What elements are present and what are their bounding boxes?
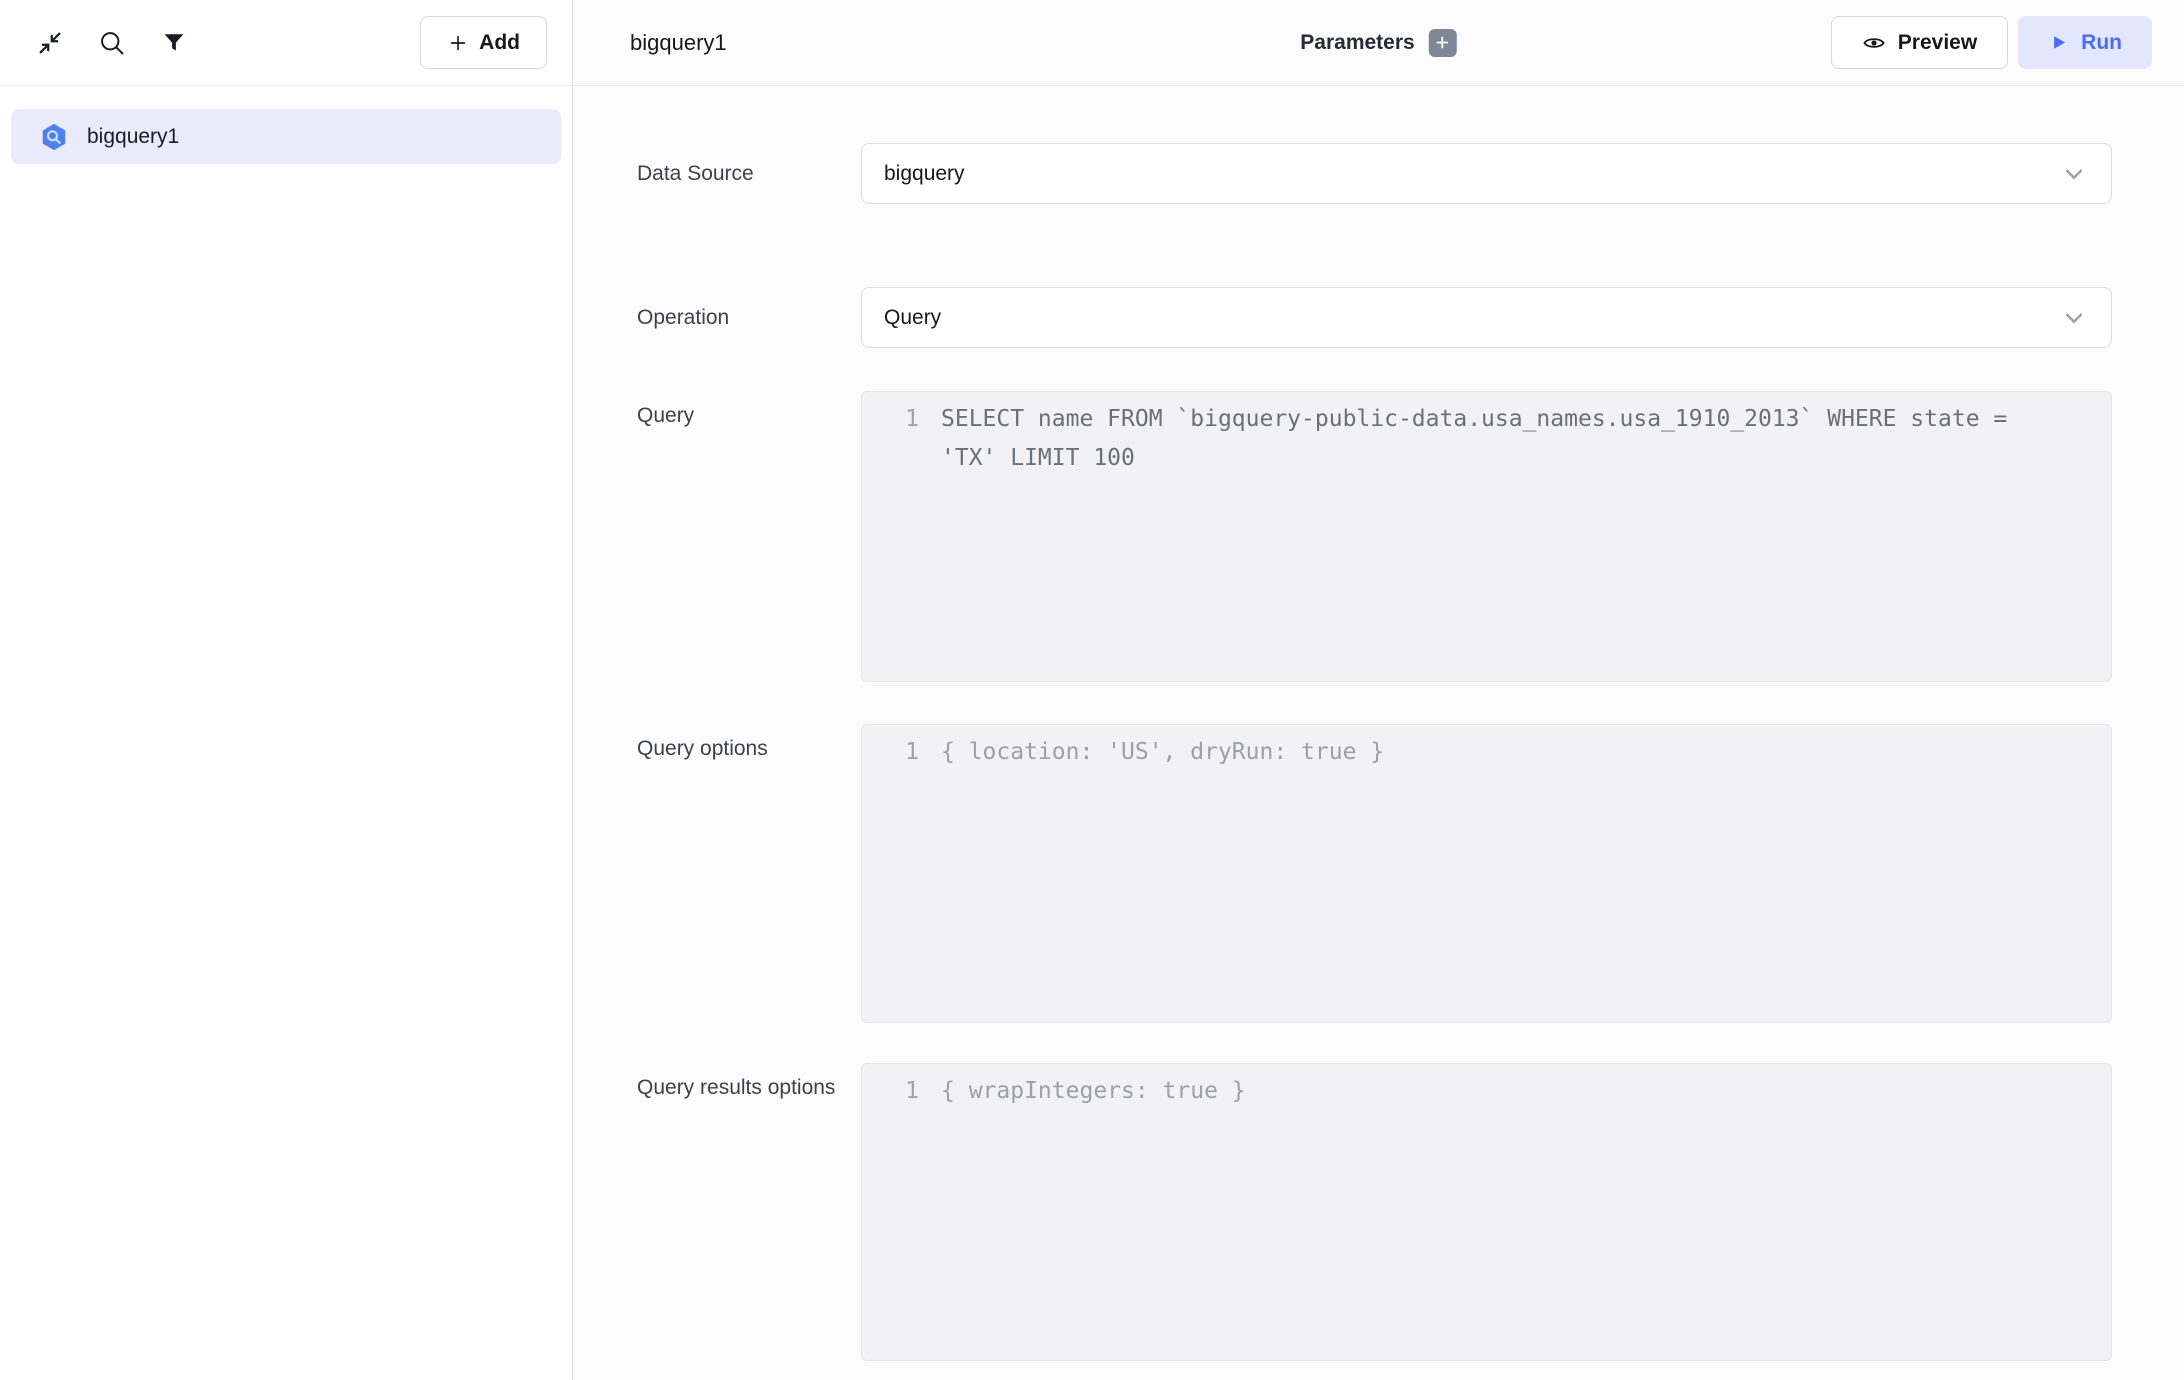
query-options-editor[interactable]: 1 { location: 'US', dryRun: true } [861, 724, 2112, 1023]
operation-row: Operation Query [637, 287, 2184, 348]
eye-icon [1862, 31, 1886, 55]
search-icon [98, 29, 126, 57]
collapse-icon [36, 29, 64, 57]
operation-value: Query [884, 306, 941, 330]
line-number: 1 [862, 1072, 941, 1111]
data-source-row: Data Source bigquery [637, 143, 2184, 204]
plus-icon [447, 32, 469, 54]
query-options-placeholder: { location: 'US', dryRun: true } [941, 733, 1384, 772]
query-results-options-editor[interactable]: 1 { wrapIntegers: true } [861, 1063, 2112, 1361]
app-root: Add bigquery1 bigquery1 Parameters [0, 0, 2184, 1380]
header-actions: Preview Run [1831, 16, 2184, 69]
filter-button[interactable] [159, 28, 189, 58]
parameters-label: Parameters [1300, 31, 1414, 55]
query-code-editor[interactable]: 1 SELECT name FROM `bigquery-public-data… [861, 391, 2112, 682]
data-source-label: Data Source [637, 159, 861, 189]
play-icon [2048, 32, 2069, 53]
data-source-select[interactable]: bigquery [861, 143, 2112, 204]
sidebar-toolbar: Add [0, 0, 572, 86]
operation-select[interactable]: Query [861, 287, 2112, 348]
add-query-label: Add [479, 31, 520, 55]
line-number: 1 [862, 400, 941, 439]
query-results-options-row: Query results options 1 { wrapIntegers: … [637, 1063, 2184, 1361]
query-row: Query 1 SELECT name FROM `bigquery-publi… [637, 391, 2184, 682]
query-code-content: SELECT name FROM `bigquery-public-data.u… [941, 400, 2041, 478]
search-button[interactable] [97, 28, 127, 58]
data-source-value: bigquery [884, 162, 965, 186]
query-form: Data Source bigquery Operation Query [573, 86, 2184, 1361]
query-options-row: Query options 1 { location: 'US', dryRun… [637, 724, 2184, 1023]
query-sidebar: Add bigquery1 [0, 0, 573, 1380]
chevron-down-icon [2059, 159, 2089, 189]
query-editor-header: bigquery1 Parameters Preview [573, 0, 2184, 86]
query-options-label: Query options [637, 724, 861, 764]
add-query-button[interactable]: Add [420, 16, 547, 69]
query-list: bigquery1 [0, 86, 572, 164]
filter-icon [160, 29, 188, 57]
preview-button[interactable]: Preview [1831, 16, 2008, 69]
plus-icon [1434, 34, 1451, 51]
operation-label: Operation [637, 303, 861, 333]
run-label: Run [2081, 31, 2122, 55]
parameters-section: Parameters [1300, 29, 1456, 57]
query-list-item-label: bigquery1 [87, 125, 179, 149]
query-label: Query [637, 391, 861, 431]
collapse-panel-button[interactable] [35, 28, 65, 58]
query-title: bigquery1 [573, 30, 727, 56]
line-number: 1 [862, 733, 941, 772]
bigquery-icon [39, 122, 69, 152]
query-results-options-label: Query results options [637, 1063, 861, 1103]
preview-label: Preview [1898, 31, 1977, 55]
query-list-item-bigquery1[interactable]: bigquery1 [11, 109, 561, 164]
add-parameter-button[interactable] [1429, 29, 1457, 57]
chevron-down-icon [2059, 303, 2089, 333]
run-button[interactable]: Run [2018, 16, 2152, 69]
query-results-options-placeholder: { wrapIntegers: true } [941, 1072, 1246, 1111]
query-editor-panel: bigquery1 Parameters Preview [573, 0, 2184, 1380]
